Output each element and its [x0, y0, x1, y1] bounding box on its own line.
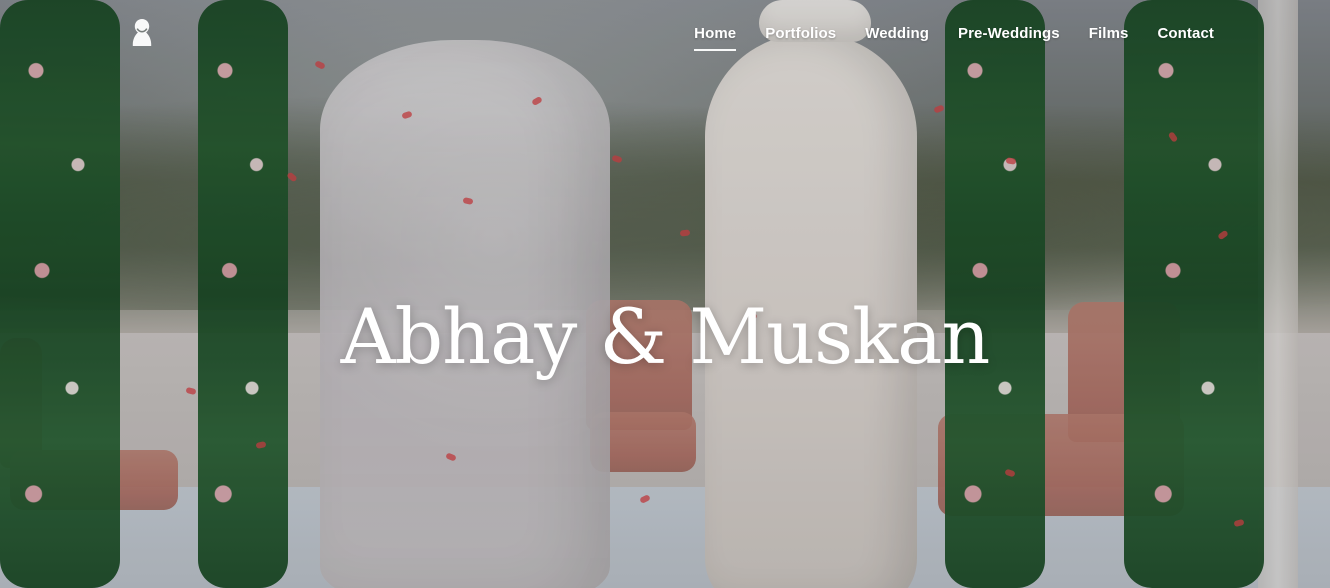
site-logo[interactable]: [128, 16, 156, 48]
white-pillar: [1258, 0, 1298, 588]
hero-title: Abhay & Muskan: [340, 291, 991, 381]
hero-section: Home Portfolios Wedding Pre-Weddings Fil…: [0, 0, 1330, 588]
inner-left-floral-pillar: [198, 0, 288, 588]
nav-link-portfolios[interactable]: Portfolios: [765, 25, 836, 48]
nav-link-wedding[interactable]: Wedding: [865, 25, 929, 48]
left-floral-pillar: [0, 0, 120, 588]
bride-silhouette-icon: [132, 19, 152, 46]
right-floral-pillar: [1124, 0, 1264, 588]
main-menu: Home Portfolios Wedding Pre-Weddings Fil…: [694, 25, 1214, 51]
nav-link-pre-weddings[interactable]: Pre-Weddings: [958, 25, 1060, 48]
top-navigation: Home Portfolios Wedding Pre-Weddings Fil…: [0, 0, 1330, 70]
nav-link-contact[interactable]: Contact: [1157, 25, 1214, 48]
nav-link-home[interactable]: Home: [694, 25, 737, 51]
nav-link-films[interactable]: Films: [1089, 25, 1129, 48]
